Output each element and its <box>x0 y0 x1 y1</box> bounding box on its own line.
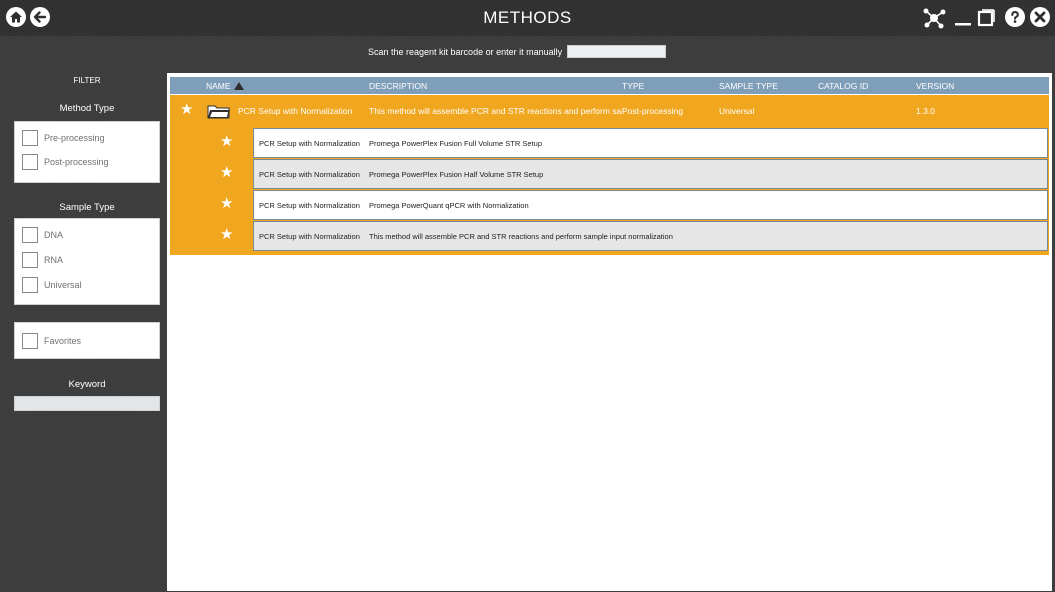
checkbox-label: Favorites <box>44 336 82 346</box>
favorite-star-icon[interactable]: ★ <box>220 227 233 242</box>
checkbox-label: DNA <box>44 230 64 240</box>
row-description: This method will assemble PCR and STR re… <box>369 232 673 241</box>
method-type-heading: Method Type <box>59 103 115 114</box>
row-version: 1.3.0 <box>916 106 935 116</box>
scan-bar: Scan the reagent kit barcode or enter it… <box>0 36 1055 68</box>
column-header-type[interactable]: TYPE <box>622 81 644 91</box>
table-header: NAME DESCRIPTION TYPE SAMPLE TYPE CATALO… <box>170 77 1049 94</box>
checkbox-label: RNA <box>44 255 64 265</box>
row-name: PCR Setup with Normalization <box>259 201 360 210</box>
folder-icon[interactable] <box>207 103 231 119</box>
filter-option-post-processing[interactable]: Post-processing <box>22 154 109 170</box>
app-window: METHODS Scan the reagent kit barcode or … <box>0 0 1055 592</box>
barcode-input[interactable] <box>567 45 666 58</box>
favorites-box: Favorites <box>14 322 160 359</box>
filter-option-universal[interactable]: Universal <box>22 277 82 293</box>
row-sample-type: Universal <box>719 106 755 116</box>
sample-type-heading: Sample Type <box>59 202 115 213</box>
maximize-icon <box>977 9 995 27</box>
filter-option-dna[interactable]: DNA <box>22 227 63 243</box>
column-header-name[interactable]: NAME <box>206 81 244 91</box>
checkbox[interactable] <box>22 130 38 146</box>
column-header-description[interactable]: DESCRIPTION <box>369 81 427 91</box>
row-description: This method will assemble PCR and STR re… <box>369 106 622 116</box>
checkbox[interactable] <box>22 333 38 349</box>
table-row[interactable]: PCR Setup with Normalization Promega Pow… <box>253 128 1048 158</box>
window-title: METHODS <box>483 8 572 27</box>
close-icon <box>1034 11 1046 23</box>
favorite-star-icon[interactable]: ★ <box>220 134 233 149</box>
filter-option-pre-processing[interactable]: Pre-processing <box>22 130 105 146</box>
row-type: Post-processing <box>622 106 683 116</box>
keyword-heading: Keyword <box>68 379 106 390</box>
sample-type-box: DNA RNA Universal <box>14 218 160 305</box>
network-icon <box>923 8 946 29</box>
table-row[interactable]: PCR Setup with Normalization Promega Pow… <box>253 190 1048 220</box>
sort-ascending-icon <box>233 82 244 90</box>
row-name: PCR Setup with Normalization <box>259 139 360 148</box>
table-row[interactable]: PCR Setup with Normalization This method… <box>253 221 1048 251</box>
favorite-star-icon[interactable]: ★ <box>220 196 233 211</box>
row-description: Promega PowerPlex Fusion Half Volume STR… <box>369 170 544 179</box>
method-type-box: Pre-processing Post-processing <box>14 121 160 183</box>
checkbox[interactable] <box>22 277 38 293</box>
checkbox[interactable] <box>22 252 38 268</box>
checkbox[interactable] <box>22 154 38 170</box>
checkbox[interactable] <box>22 227 38 243</box>
methods-table-panel: NAME DESCRIPTION TYPE SAMPLE TYPE CATALO… <box>167 73 1052 591</box>
close-button[interactable] <box>1030 7 1050 27</box>
row-name: PCR Setup with Normalization <box>238 106 353 116</box>
favorite-star-icon[interactable]: ★ <box>180 102 193 117</box>
keyword-input[interactable] <box>14 396 160 411</box>
scan-label: Scan the reagent kit barcode or enter it… <box>368 47 563 57</box>
filter-heading: FILTER <box>73 76 101 85</box>
title-bar: METHODS <box>0 0 1055 36</box>
column-header-version[interactable]: VERSION <box>916 81 954 91</box>
table-row-parent[interactable]: ★ PCR Setup with Normalization This meth… <box>170 95 1049 125</box>
favorite-star-icon[interactable]: ★ <box>220 165 233 180</box>
column-header-sample-type[interactable]: SAMPLE TYPE <box>719 81 778 91</box>
row-name: PCR Setup with Normalization <box>259 170 360 179</box>
method-group: ★ PCR Setup with Normalization This meth… <box>170 95 1049 255</box>
table-row[interactable]: PCR Setup with Normalization Promega Pow… <box>253 159 1048 189</box>
minimize-button[interactable] <box>954 8 972 33</box>
help-icon <box>1011 10 1019 23</box>
help-button[interactable] <box>1005 7 1025 27</box>
checkbox-label: Universal <box>44 280 82 290</box>
row-description: Promega PowerQuant qPCR with Normalizati… <box>369 201 529 210</box>
column-header-catalog-id[interactable]: CATALOG ID <box>818 81 868 91</box>
maximize-button[interactable] <box>977 8 995 33</box>
checkbox-label: Post-processing <box>44 157 109 167</box>
filter-option-favorites[interactable]: Favorites <box>22 333 81 349</box>
row-name: PCR Setup with Normalization <box>259 232 360 241</box>
network-button[interactable] <box>922 7 946 34</box>
row-description: Promega PowerPlex Fusion Full Volume STR… <box>369 139 542 148</box>
filter-option-rna[interactable]: RNA <box>22 252 63 268</box>
minimize-icon <box>955 23 971 26</box>
checkbox-label: Pre-processing <box>44 133 105 143</box>
